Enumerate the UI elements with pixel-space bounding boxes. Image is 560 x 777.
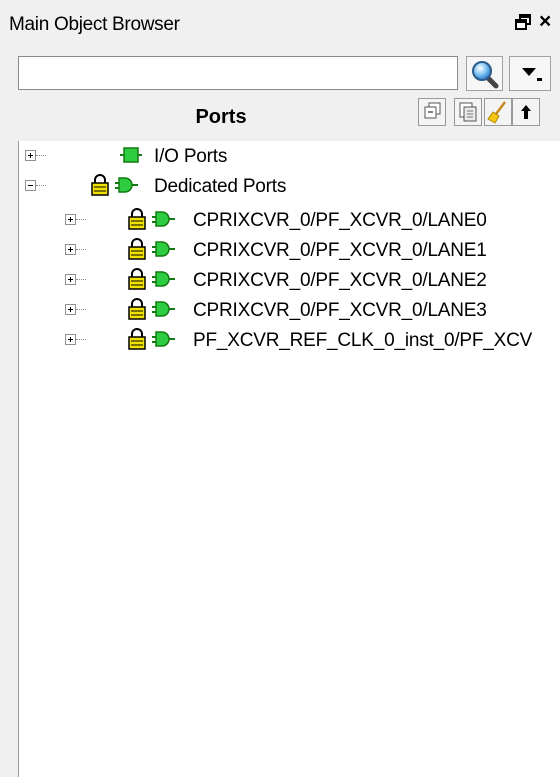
tree-item-label: CPRIXCVR_0/PF_XCVR_0/LANE0: [193, 210, 487, 231]
dedicated-port-icon: [152, 210, 176, 233]
collapse-icon[interactable]: [25, 180, 36, 191]
broom-icon: [487, 101, 506, 124]
lock-icon: [128, 298, 146, 325]
expand-icon[interactable]: [25, 150, 36, 161]
expand-icon[interactable]: [65, 214, 76, 225]
ports-tree: I/O Ports Dedicated Ports CPRIXCVR_0/PF_…: [18, 141, 560, 777]
tree-item-lane3[interactable]: CPRIXCVR_0/PF_XCVR_0/LANE3: [19, 297, 539, 327]
clear-button[interactable]: [484, 98, 512, 126]
dedicated-port-icon: [152, 330, 176, 353]
collapse-all-icon: [424, 102, 441, 119]
lock-icon: [128, 238, 146, 265]
dedicated-port-icon: [115, 176, 139, 199]
expand-icon[interactable]: [65, 244, 76, 255]
lock-icon: [91, 174, 109, 201]
lock-icon: [128, 208, 146, 235]
dropdown-arrow-icon: [509, 56, 551, 91]
close-icon[interactable]: ×: [539, 11, 551, 32]
tree-item-lane2[interactable]: CPRIXCVR_0/PF_XCVR_0/LANE2: [19, 267, 539, 297]
expand-icon[interactable]: [65, 274, 76, 285]
tree-item-dedicated-ports[interactable]: Dedicated Ports: [19, 173, 339, 203]
search-options-dropdown[interactable]: [509, 56, 551, 91]
magnifier-icon: [466, 56, 503, 91]
tree-item-label: CPRIXCVR_0/PF_XCVR_0/LANE3: [193, 300, 487, 321]
tree-item-lane1[interactable]: CPRIXCVR_0/PF_XCVR_0/LANE1: [19, 237, 539, 267]
go-up-button[interactable]: [512, 98, 540, 126]
tree-item-label: I/O Ports: [154, 146, 228, 167]
tree-item-label: CPRIXCVR_0/PF_XCVR_0/LANE1: [193, 240, 487, 261]
tree-item-label: PF_XCVR_REF_CLK_0_inst_0/PF_XCV: [193, 330, 533, 351]
search-button[interactable]: [466, 56, 503, 91]
panel-title: Ports: [195, 106, 247, 128]
dedicated-port-icon: [152, 300, 176, 323]
up-arrow-icon: [521, 105, 531, 119]
title-bar: Main Object Browser ×: [0, 0, 560, 42]
search-input[interactable]: [18, 56, 458, 90]
tree-item-lane0[interactable]: CPRIXCVR_0/PF_XCVR_0/LANE0: [19, 207, 539, 237]
collapse-all-button[interactable]: [418, 98, 446, 126]
window-title: Main Object Browser: [9, 14, 180, 35]
io-port-icon: [120, 146, 142, 169]
tree-item-io-ports[interactable]: I/O Ports: [19, 143, 319, 173]
expand-icon[interactable]: [65, 334, 76, 345]
lock-icon: [128, 268, 146, 295]
panel-header: Ports: [18, 96, 560, 140]
tree-item-label: CPRIXCVR_0/PF_XCVR_0/LANE2: [193, 270, 487, 291]
tree-item-label: Dedicated Ports: [154, 176, 287, 197]
expand-icon[interactable]: [65, 304, 76, 315]
float-window-icon[interactable]: [514, 13, 532, 31]
lock-icon: [128, 328, 146, 355]
copy-icon: [459, 102, 477, 122]
dedicated-port-icon: [152, 240, 176, 263]
dedicated-port-icon: [152, 270, 176, 293]
copy-button[interactable]: [454, 98, 482, 126]
tree-item-ref-clk[interactable]: PF_XCVR_REF_CLK_0_inst_0/PF_XCV: [19, 327, 560, 357]
